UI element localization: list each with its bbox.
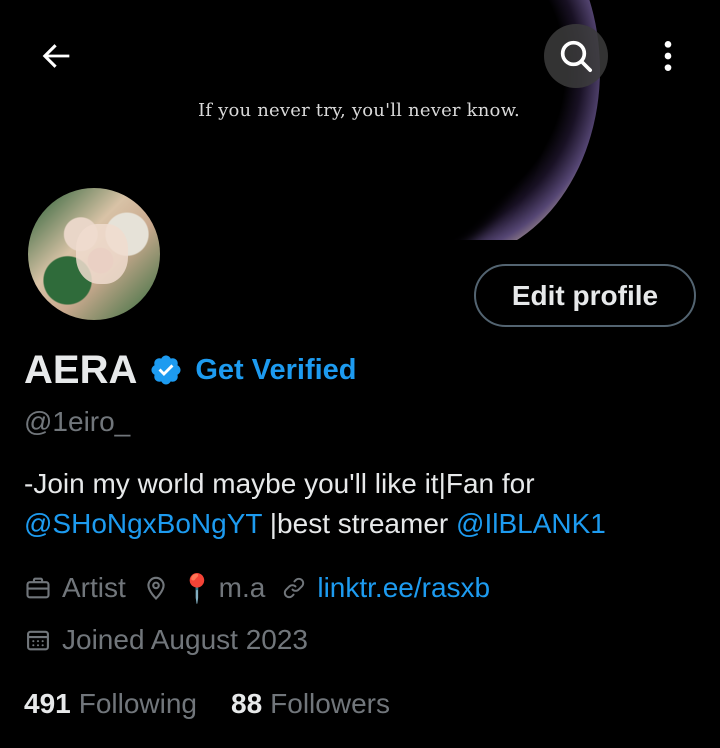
verified-badge-icon[interactable] — [149, 353, 183, 387]
following-count: 491 — [24, 688, 71, 719]
joined-row: Joined August 2023 — [24, 620, 324, 660]
profile-meta-row: Artist 📍 m.a linktr.ee/rasxb — [24, 568, 506, 608]
user-handle: @1eiro_ — [24, 406, 131, 437]
location-icon — [147, 576, 165, 600]
search-icon — [560, 40, 592, 72]
back-button[interactable] — [24, 24, 88, 88]
avatar[interactable] — [24, 184, 164, 324]
more-vertical-icon — [664, 41, 672, 71]
location-item: 📍 m.a — [142, 572, 266, 605]
more-options-button[interactable] — [636, 24, 700, 88]
follow-stats: 491 Following 88 Followers — [24, 684, 424, 724]
location-text: m.a — [218, 572, 266, 603]
bio-text-middle: |best streamer — [262, 508, 457, 539]
banner-tagline: If you never try, you'll never know. — [198, 100, 520, 121]
display-name: AERA — [24, 347, 138, 392]
followers-link[interactable]: 88 Followers — [231, 688, 390, 720]
joined-text: Joined August 2023 — [62, 624, 308, 655]
website-item[interactable]: linktr.ee/rasxb — [281, 572, 490, 604]
joined-item: Joined August 2023 — [24, 624, 308, 656]
bio-mention-link[interactable]: @SHoNgxBoNgYT — [24, 508, 262, 539]
calendar-icon — [27, 630, 49, 651]
website-link[interactable]: linktr.ee/rasxb — [317, 572, 490, 604]
name-row: AERA Get Verified — [24, 346, 357, 394]
followers-count: 88 — [231, 688, 263, 719]
profession-item: Artist — [24, 572, 126, 604]
bio: -Join my world maybe you'll like it|Fan … — [24, 464, 704, 544]
back-arrow-icon — [42, 44, 70, 68]
briefcase-icon — [26, 577, 50, 599]
profession-text: Artist — [62, 572, 126, 603]
followers-label: Followers — [270, 688, 390, 719]
bio-text: -Join my world maybe you'll like it|Fan … — [24, 468, 535, 499]
following-link[interactable]: 491 Following — [24, 688, 197, 720]
search-button[interactable] — [544, 24, 608, 88]
get-verified-link[interactable]: Get Verified — [195, 354, 356, 387]
bio-mention-link[interactable]: @IlBLANK1 — [456, 508, 606, 539]
edit-profile-button[interactable]: Edit profile — [474, 264, 696, 327]
following-label: Following — [78, 688, 197, 719]
location-pin-emoji: 📍 — [179, 572, 215, 604]
link-icon — [284, 577, 305, 599]
